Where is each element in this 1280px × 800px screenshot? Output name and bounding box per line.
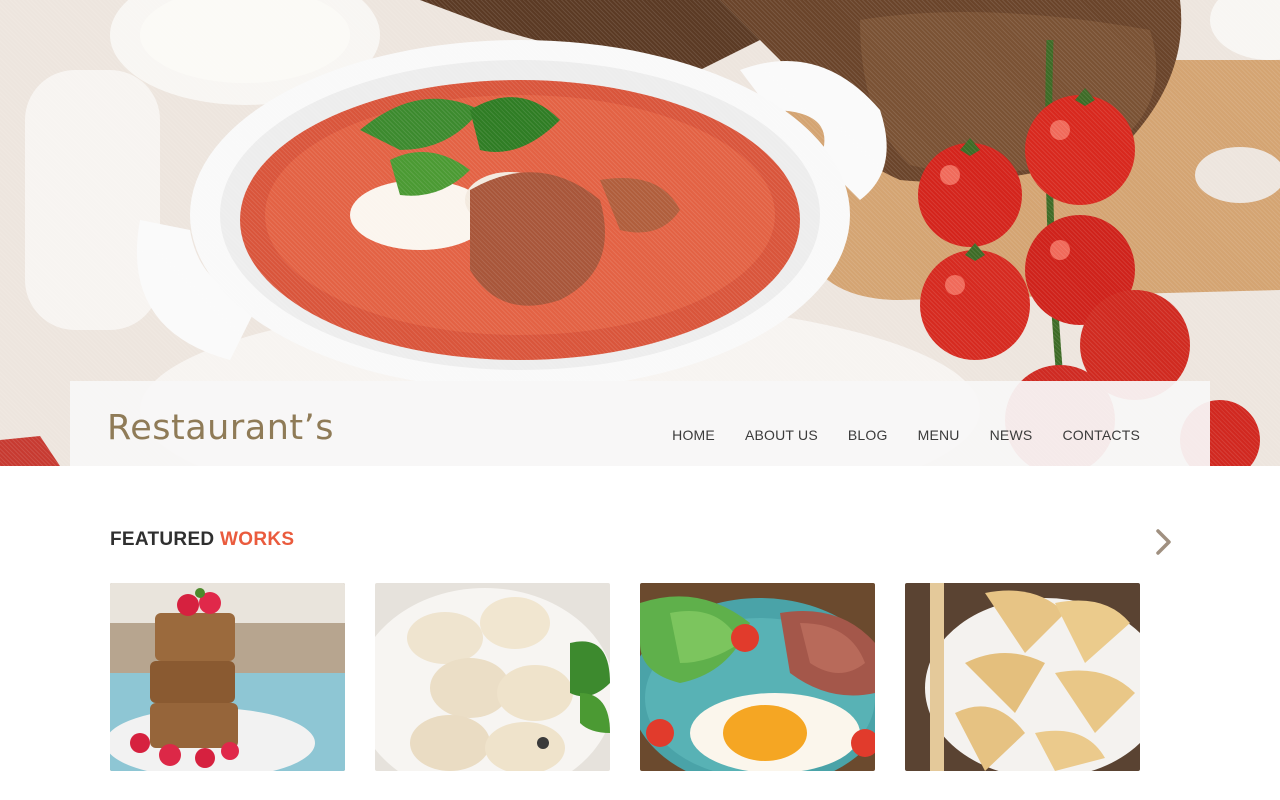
- chevron-right-icon: [1156, 529, 1171, 555]
- nav-item-about-us[interactable]: ABOUT US: [745, 427, 818, 443]
- nav-item-menu[interactable]: MENU: [918, 427, 960, 443]
- crepes-image: [905, 583, 1140, 771]
- egg-and-beef-image: [640, 583, 875, 771]
- featured-works-heading: FEATURED WORKS: [110, 529, 294, 551]
- featured-item-crepes[interactable]: [905, 583, 1140, 771]
- featured-heading-part1: FEATURED: [110, 529, 215, 550]
- featured-item-oat-bars[interactable]: [110, 583, 345, 771]
- site-header: Restaurant’s HOME ABOUT US BLOG MENU NEW…: [70, 381, 1210, 466]
- main-nav: HOME ABOUT US BLOG MENU NEWS CONTACTS: [672, 427, 1140, 443]
- carousel-next-button[interactable]: [1150, 528, 1176, 556]
- oat-bars-image: [110, 583, 345, 771]
- dumplings-image: [375, 583, 610, 771]
- featured-heading-part2: WORKS: [220, 529, 295, 550]
- nav-item-news[interactable]: NEWS: [990, 427, 1033, 443]
- nav-item-home[interactable]: HOME: [672, 427, 715, 443]
- nav-item-contacts[interactable]: CONTACTS: [1062, 427, 1140, 443]
- featured-carousel: [110, 583, 1140, 771]
- nav-item-blog[interactable]: BLOG: [848, 427, 888, 443]
- site-logo[interactable]: Restaurant’s: [107, 411, 334, 446]
- featured-item-egg-and-beef[interactable]: [640, 583, 875, 771]
- featured-item-dumplings[interactable]: [375, 583, 610, 771]
